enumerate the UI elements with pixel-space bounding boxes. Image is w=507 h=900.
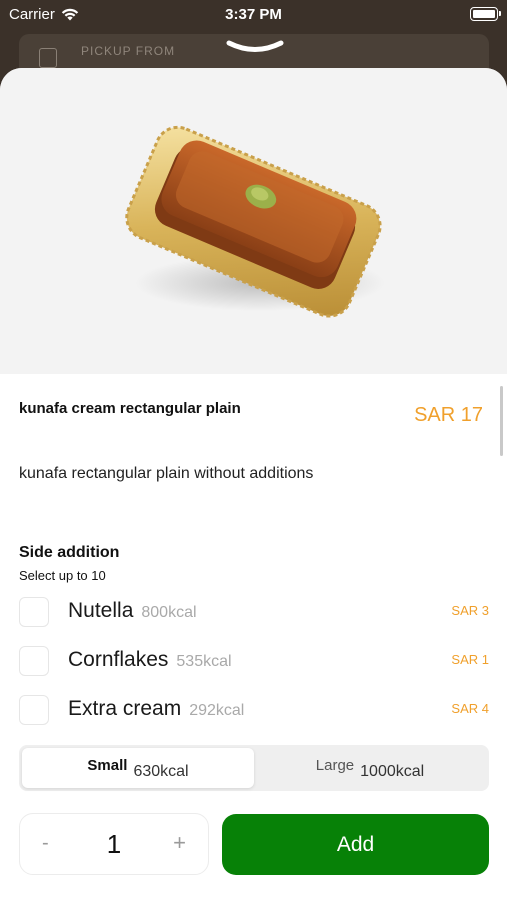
addon-price: SAR 3	[451, 603, 489, 618]
size-selector: Small 630kcal Large 1000kcal	[19, 745, 489, 791]
addon-price: SAR 4	[451, 701, 489, 716]
addon-name: Cornflakes	[68, 648, 169, 671]
product-price: SAR 17	[414, 404, 483, 426]
pickup-label: PICKUP FROM	[81, 44, 176, 58]
addon-price: SAR 1	[451, 652, 489, 667]
product-image	[0, 68, 507, 374]
checkbox[interactable]	[19, 597, 49, 627]
product-description: kunafa rectangular plain without additio…	[19, 465, 314, 482]
size-option-large[interactable]: Large 1000kcal	[254, 748, 486, 788]
side-addition-subtitle: Select up to 10	[19, 568, 106, 583]
add-button[interactable]: Add	[222, 814, 489, 875]
addon-cornflakes[interactable]: Cornflakes 535kcal SAR 1	[19, 645, 489, 677]
scrollbar[interactable]	[500, 386, 503, 456]
chevron-down-icon[interactable]	[226, 40, 284, 54]
size-kcal: 630kcal	[133, 763, 189, 780]
addon-name: Nutella	[68, 599, 134, 622]
addon-nutella[interactable]: Nutella 800kcal SAR 3	[19, 596, 489, 628]
bag-icon	[39, 48, 57, 68]
addon-name: Extra cream	[68, 697, 182, 720]
size-label: Small	[87, 756, 128, 774]
addon-kcal: 800kcal	[141, 604, 197, 621]
size-kcal: 1000kcal	[360, 763, 425, 780]
status-bar: Carrier 3:37 PM	[0, 0, 507, 30]
addon-extra-cream[interactable]: Extra cream 292kcal SAR 4	[19, 694, 489, 726]
size-label: Large	[315, 756, 355, 774]
checkbox[interactable]	[19, 695, 49, 725]
kunafa-illustration	[125, 125, 385, 318]
side-addition-title: Side addition	[19, 544, 120, 561]
addon-kcal: 292kcal	[189, 702, 245, 719]
battery-icon	[470, 7, 501, 21]
product-sheet: kunafa cream rectangular plain SAR 17 ku…	[0, 68, 507, 900]
product-title: kunafa cream rectangular plain	[19, 400, 241, 417]
size-option-small[interactable]: Small 630kcal	[22, 748, 254, 788]
clock: 3:37 PM	[225, 6, 282, 23]
quantity-stepper: - 1 +	[19, 813, 209, 875]
increment-button[interactable]: +	[173, 830, 186, 856]
checkbox[interactable]	[19, 646, 49, 676]
addon-kcal: 535kcal	[176, 653, 232, 670]
